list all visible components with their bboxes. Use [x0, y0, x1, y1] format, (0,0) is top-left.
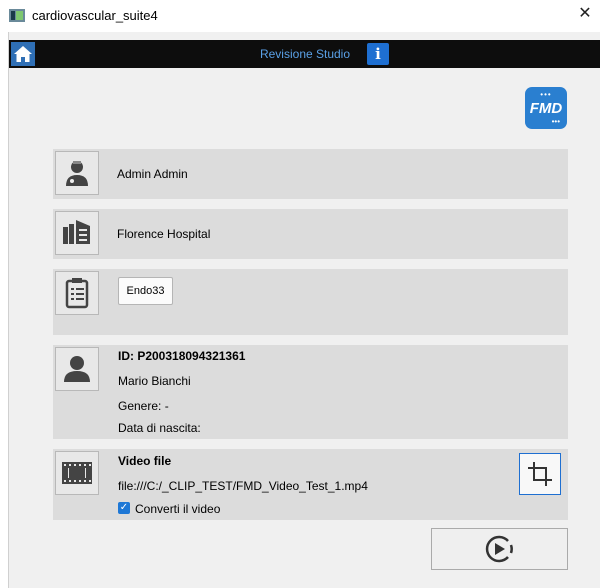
window-title: cardiovascular_suite4 [32, 8, 158, 23]
info-icon: i [375, 45, 381, 63]
hospital-name: Florence Hospital [117, 227, 211, 241]
hospital-building-icon [55, 211, 99, 255]
patient-birthdate: Data di nascita: [118, 421, 201, 435]
patient-id: ID: P200318094321361 [118, 349, 246, 363]
convert-video-checkbox[interactable]: ✓ [118, 502, 130, 514]
top-navigation-bar: Revisione Studio i [9, 40, 600, 68]
check-icon: ✓ [119, 502, 129, 513]
page-title: Revisione Studio [259, 47, 351, 61]
user-row: Admin Admin [53, 149, 568, 199]
crop-icon [528, 462, 552, 486]
patient-name: Mario Bianchi [118, 374, 191, 388]
play-video-button[interactable] [431, 528, 568, 570]
hospital-row: Florence Hospital [53, 209, 568, 259]
clipboard-icon [55, 271, 99, 315]
info-button[interactable]: i [367, 43, 389, 65]
patient-row: ID: P200318094321361 Mario Bianchi Gener… [53, 345, 568, 439]
window-titlebar: cardiovascular_suite4 ✕ [0, 0, 600, 32]
film-icon [55, 451, 99, 495]
patient-gender: Genere: - [118, 399, 169, 413]
video-row: Video file file:///C:/_CLIP_TEST/FMD_Vid… [53, 449, 568, 520]
main-window: Revisione Studio i ••• FMD ••• Admin Adm… [8, 32, 600, 588]
fmd-logo: ••• FMD ••• [525, 87, 567, 129]
play-circle-icon [485, 535, 513, 563]
person-icon [55, 347, 99, 391]
close-window-button[interactable]: ✕ [576, 5, 594, 23]
user-name: Admin Admin [117, 167, 188, 181]
convert-video-label[interactable]: Converti il video [135, 502, 220, 516]
protocol-row: Endo33 [53, 269, 568, 335]
logo-dots-bottom: ••• [551, 117, 560, 126]
app-icon [9, 9, 25, 22]
logo-dots-top: ••• [540, 90, 552, 99]
protocol-endo33-button[interactable]: Endo33 [118, 277, 173, 305]
video-file-path: file:///C:/_CLIP_TEST/FMD_Video_Test_1.m… [118, 479, 368, 493]
doctor-icon [55, 151, 99, 195]
crop-video-button[interactable] [519, 453, 561, 495]
video-file-heading: Video file [118, 454, 172, 468]
logo-text: FMD [529, 100, 563, 117]
